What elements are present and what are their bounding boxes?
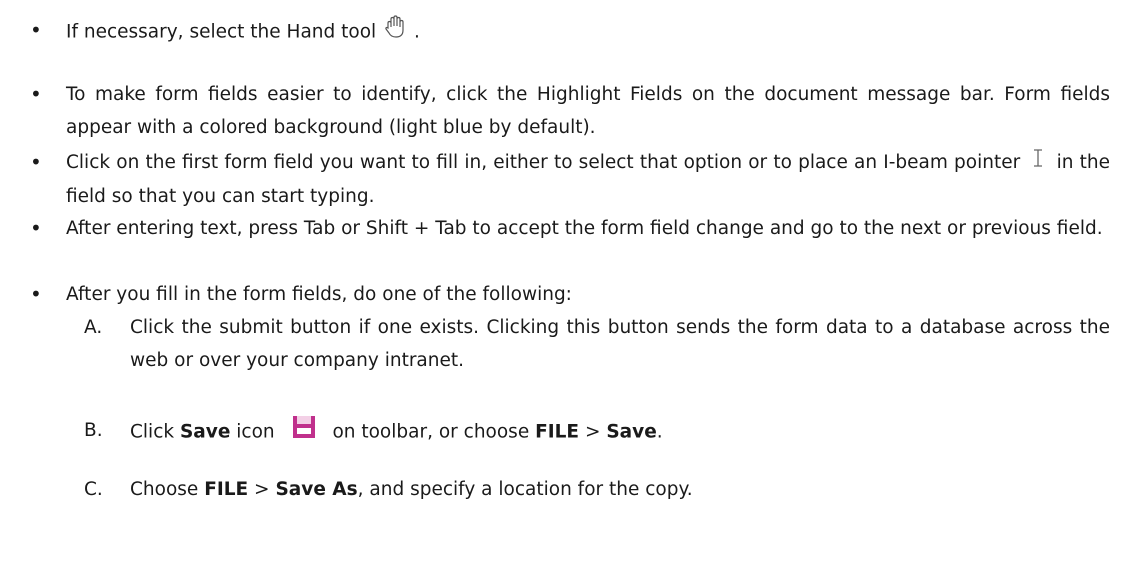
sub-item-text: , and specify a location for the copy. bbox=[357, 479, 693, 500]
bullet-text: After entering text, press Tab or Shift … bbox=[66, 218, 1103, 239]
bullet-marker: • bbox=[30, 282, 42, 306]
save-label: Save bbox=[179, 421, 231, 443]
menu-separator: > bbox=[254, 479, 270, 500]
sub-item-letter: A. bbox=[84, 317, 103, 338]
bullet-marker: • bbox=[30, 82, 42, 106]
sub-item-text: icon bbox=[236, 421, 275, 443]
menu-separator: > bbox=[584, 421, 601, 443]
save-as-menu-label: Save As bbox=[275, 479, 358, 500]
bullet-marker: • bbox=[30, 216, 42, 240]
bullet-text-end: . bbox=[413, 21, 420, 43]
bullet-text: After you fill in the form fields, do on… bbox=[66, 284, 572, 305]
sub-item-text: on toolbar, or choose bbox=[332, 421, 530, 443]
sub-item-text: Choose bbox=[130, 479, 199, 500]
file-menu-label: FILE bbox=[204, 479, 249, 500]
bullet-marker: • bbox=[30, 150, 42, 174]
sub-item-text: . bbox=[656, 421, 663, 443]
hand-tool-icon bbox=[382, 14, 408, 51]
bullet-text: If necessary, select the Hand tool bbox=[66, 21, 377, 43]
sub-item-letter: B. bbox=[84, 420, 103, 441]
sub-item-text: Click bbox=[130, 421, 175, 443]
sub-item-text: Click the submit button if one exists. C… bbox=[130, 317, 1110, 371]
bullet-text: To make form fields easier to identify, … bbox=[66, 84, 1110, 138]
bullet-marker: • bbox=[30, 18, 42, 42]
file-menu-label: FILE bbox=[535, 421, 580, 443]
sub-item-letter: C. bbox=[84, 479, 103, 500]
save-menu-label: Save bbox=[606, 421, 657, 443]
document-page: • If necessary, select the Hand tool . •… bbox=[0, 0, 1122, 564]
save-icon bbox=[291, 414, 317, 451]
bullet-text: Click on the first form field you want t… bbox=[66, 152, 1021, 173]
i-beam-pointer-icon bbox=[1026, 147, 1050, 180]
